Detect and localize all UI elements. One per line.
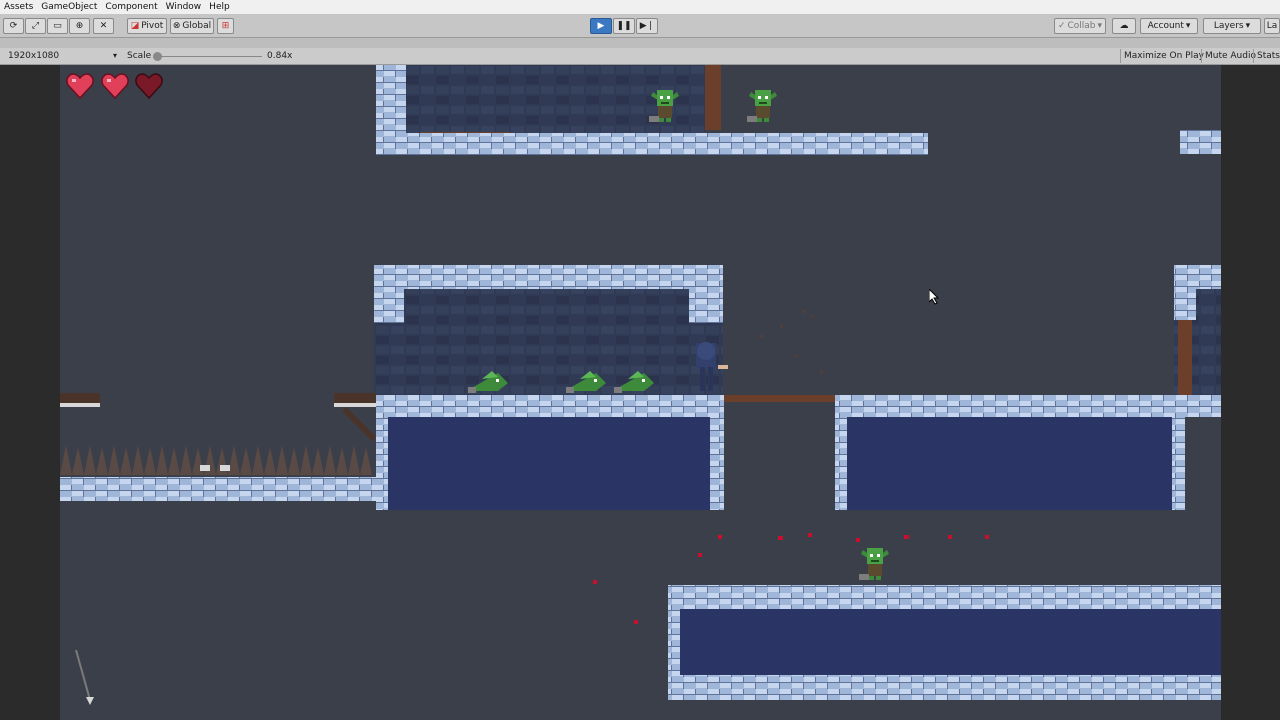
- layout-dropdown[interactable]: La: [1264, 18, 1280, 34]
- panel-gap: [0, 38, 1280, 48]
- step-button[interactable]: ▶❘: [636, 18, 658, 34]
- layout-label: La: [1266, 21, 1278, 31]
- snap-button[interactable]: ⊞: [217, 18, 234, 34]
- pivot-toggle[interactable]: ◪ Pivot: [127, 18, 167, 34]
- scale-slider[interactable]: [158, 56, 262, 57]
- rect-tool-button[interactable]: ▭: [47, 18, 68, 34]
- menu-window[interactable]: Window: [162, 2, 206, 12]
- heart-full-icon: [101, 73, 129, 100]
- global-toggle[interactable]: ⊗ Global: [170, 18, 214, 34]
- stats-toggle[interactable]: Stats: [1253, 49, 1280, 63]
- menu-assets[interactable]: Assets: [0, 2, 37, 12]
- game-view-bar: 1920x1080 ▾ Scale 0.84x Maximize On Play…: [0, 48, 1280, 65]
- pause-icon: ❚❚: [616, 21, 632, 31]
- transform-tool-button[interactable]: ⊕: [69, 18, 90, 34]
- menu-component[interactable]: Component: [101, 2, 161, 12]
- collab-label: Collab: [1067, 21, 1096, 31]
- cloud-icon: ☁: [1119, 21, 1129, 31]
- rotate-tool-button[interactable]: ⟳: [3, 18, 24, 34]
- scale-slider-handle[interactable]: [153, 52, 162, 61]
- chevron-down-icon: ▾: [113, 51, 118, 60]
- account-label: Account: [1147, 21, 1184, 31]
- tools-icon: ✕: [99, 21, 108, 31]
- pause-button[interactable]: ❚❚: [613, 18, 635, 34]
- account-dropdown[interactable]: Account ▾: [1140, 18, 1198, 34]
- main-toolbar: ⟳ ⤢ ▭ ⊕ ✕ ◪ Pivot ⊗ Global ⊞ ▶ ❚❚ ▶❘ ✓ Coll…: [0, 14, 1280, 38]
- menu-help[interactable]: Help: [205, 2, 234, 12]
- collab-dropdown[interactable]: ✓ Collab ▾: [1054, 18, 1106, 34]
- pivot-label: Pivot: [141, 21, 164, 31]
- scale-icon: ⤢: [31, 21, 40, 31]
- layers-dropdown[interactable]: Layers ▾: [1203, 18, 1261, 34]
- game-viewport: [60, 65, 1221, 720]
- snap-icon: ⊞: [221, 21, 230, 31]
- transform-icon: ⊕: [75, 21, 84, 31]
- global-label: Global: [182, 21, 212, 31]
- custom-tool-button[interactable]: ✕: [93, 18, 114, 34]
- rect-icon: ▭: [53, 21, 62, 31]
- heart-full-icon: [66, 73, 94, 100]
- maximize-on-play-toggle[interactable]: Maximize On Play: [1120, 49, 1207, 63]
- menu-gameobject[interactable]: GameObject: [37, 2, 101, 12]
- chevron-down-icon: ▾: [1245, 21, 1251, 31]
- check-icon: ✓: [1057, 21, 1066, 31]
- globe-icon: ⊗: [172, 21, 181, 31]
- chevron-down-icon: ▾: [1097, 21, 1103, 31]
- mouse-cursor-icon: [929, 289, 940, 305]
- menu-bar: Assets GameObject Component Window Help: [0, 0, 1280, 14]
- game-scene: [60, 65, 1221, 720]
- play-button[interactable]: ▶: [590, 18, 612, 34]
- rotate-icon: ⟳: [9, 21, 18, 31]
- letterbox-right: [1221, 65, 1280, 720]
- chevron-down-icon: ▾: [1185, 21, 1191, 31]
- heart-empty-icon: [135, 73, 163, 100]
- play-icon: ▶: [597, 21, 605, 31]
- layers-label: Layers: [1213, 21, 1244, 31]
- mute-audio-toggle[interactable]: Mute Audio: [1201, 49, 1259, 63]
- cloud-button[interactable]: ☁: [1112, 18, 1136, 34]
- resolution-dropdown[interactable]: 1920x1080: [8, 51, 59, 61]
- scale-label: Scale: [127, 51, 152, 61]
- scale-tool-button[interactable]: ⤢: [25, 18, 46, 34]
- step-icon: ▶❘: [639, 21, 655, 31]
- pivot-icon: ◪: [130, 21, 140, 31]
- scale-value: 0.84x: [267, 51, 293, 61]
- letterbox-left: [0, 65, 60, 720]
